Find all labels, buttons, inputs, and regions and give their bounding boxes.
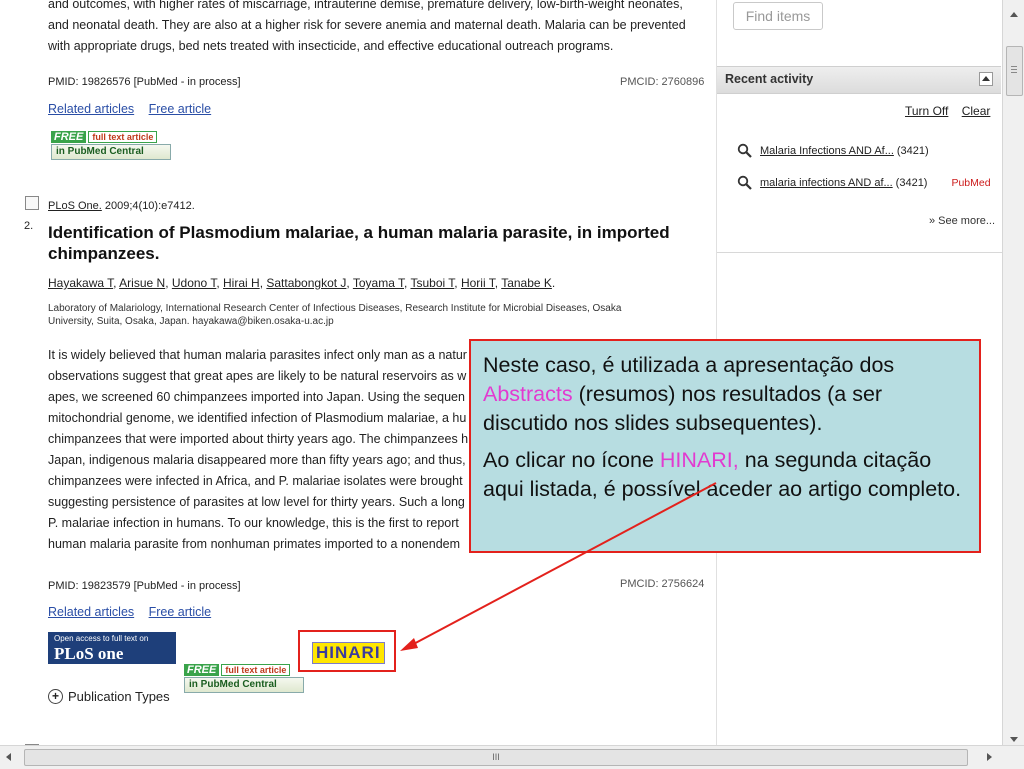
result-2-affiliation: Laboratory of Malariology, International… (48, 302, 621, 328)
scroll-right-icon[interactable] (987, 753, 992, 761)
abstract-line: It is widely believed that human malaria… (48, 348, 467, 362)
free-article-link[interactable]: Free article (149, 605, 212, 619)
horizontal-scroll-thumb[interactable]: III (24, 749, 968, 766)
abstract-line: chimpanzees that were imported about thi… (48, 432, 469, 446)
free-word: FREE (51, 131, 87, 143)
journal-link[interactable]: PLoS One. (48, 200, 102, 212)
author-link[interactable]: Arisue N (119, 276, 165, 290)
result-2-title[interactable]: Identification of Plasmodium malariae, a… (48, 222, 670, 264)
abstract-line: with appropriate drugs, bed nets treated… (48, 39, 614, 53)
scroll-left-icon[interactable] (6, 753, 11, 761)
related-articles-link[interactable]: Related articles (48, 605, 134, 619)
vertical-scrollbar[interactable] (1002, 0, 1024, 745)
affiliation-line: Laboratory of Malariology, International… (48, 303, 622, 314)
clear-link[interactable]: Clear (962, 104, 991, 118)
pmc-free-badge[interactable]: FREE full text article in PubMed Central (49, 131, 171, 161)
callout-text: Neste caso, é utilizada a apresentação d… (483, 353, 895, 377)
affiliation-line: University, Suita, Osaka, Japan. hayakaw… (48, 316, 334, 327)
plos-one-badge[interactable]: Open access to full text on PLoS one (48, 632, 176, 664)
abstract-line: human malaria parasite from nonhuman pri… (48, 537, 461, 551)
pmc-free-badge[interactable]: FREE full text article in PubMed Central (182, 664, 304, 694)
expand-plus-icon: + (48, 689, 63, 704)
publication-types-toggle[interactable]: + Publication Types (48, 689, 170, 704)
find-items-button[interactable]: Find items (733, 2, 823, 30)
abstract-line: suggesting persistence of parasites at l… (48, 495, 465, 509)
result-1-links: Related articles Free article (48, 100, 211, 118)
search-icon (737, 143, 752, 158)
abstract-line: apes, we screened 60 chimpanzees importe… (48, 390, 465, 404)
author-link[interactable]: Sattabongkot J (266, 276, 346, 290)
collapse-up-icon (982, 76, 990, 81)
scroll-down-icon[interactable] (1010, 737, 1018, 742)
author-link[interactable]: Toyama T (353, 276, 404, 290)
callout-paragraph-2: Ao clicar no ícone HINARI, na segunda ci… (483, 446, 969, 504)
result-2-checkbox[interactable] (25, 196, 39, 210)
abstract-line: and outcomes, with higher rates of misca… (48, 0, 683, 11)
result-2-links: Related articles Free article (48, 603, 211, 621)
abstract-line: P. malariae infection in humans. To our … (48, 516, 459, 530)
recent-item-label[interactable]: Malaria Infections AND Af... (760, 145, 894, 157)
see-more-link[interactable]: » See more... (929, 215, 995, 227)
search-icon (737, 175, 752, 190)
result-number: 2. (24, 220, 34, 232)
result-2-abstract: It is widely believed that human malaria… (48, 345, 468, 555)
vertical-scroll-thumb[interactable] (1006, 46, 1023, 96)
abstract-line: chimpanzees were infected in Africa, and… (48, 474, 463, 488)
title-line: chimpanzees. (48, 244, 160, 263)
author-link[interactable]: Tsuboi T (410, 276, 454, 290)
recent-item-label[interactable]: malaria infections AND af... (760, 177, 893, 189)
panel-divider (717, 252, 1002, 253)
abstract-line: observations suggest that great apes are… (48, 369, 467, 383)
publication-types-label: Publication Types (68, 689, 170, 704)
result-2-citation: PLoS One. 2009;4(10):e7412. (48, 200, 195, 212)
author-link[interactable]: Horii T (461, 276, 495, 290)
collapse-button[interactable] (979, 72, 993, 86)
author-link[interactable]: Udono T (172, 276, 216, 290)
author-link[interactable]: Tanabe K (501, 276, 552, 290)
turn-off-link[interactable]: Turn Off (905, 104, 948, 118)
result-2-pmid: PMID: 19823579 [PubMed - in process] (48, 580, 241, 592)
pmc-label: in PubMed Central (51, 144, 171, 160)
author-link[interactable]: Hirai H (223, 276, 260, 290)
author-link[interactable]: Hayakawa T (48, 276, 113, 290)
recent-item[interactable]: Malaria Infections AND Af... (3421) (737, 143, 929, 159)
hinari-link[interactable]: HINARI (312, 642, 385, 664)
free-article-link[interactable]: Free article (149, 102, 212, 116)
pmc-label: in PubMed Central (184, 677, 304, 693)
result-2-pmcid: PMCID: 2756624 (620, 578, 705, 590)
explanation-callout: Neste caso, é utilizada a apresentação d… (469, 339, 981, 553)
recent-activity-header: Recent activity (717, 66, 1001, 94)
title-line: Identification of Plasmodium malariae, a… (48, 223, 670, 242)
recent-item[interactable]: malaria infections AND af... (3421) PubM… (737, 175, 991, 191)
recent-item-count: (3421) (896, 145, 929, 157)
scroll-up-icon[interactable] (1010, 12, 1018, 17)
abstract-line: and neonatal death. They are also at a h… (48, 18, 686, 32)
abstracts-highlight: Abstracts (483, 382, 573, 406)
abstract-line: mitochondrial genome, we identified infe… (48, 411, 467, 425)
abstract-line: Japan, indigenous malaria disappeared mo… (48, 453, 466, 467)
recent-item-source: PubMed (951, 177, 991, 189)
plos-badge-top: Open access to full text on (54, 634, 149, 643)
recent-activity-controls: Turn Off Clear (905, 104, 990, 118)
result-1-pmcid: PMCID: 2760896 (620, 76, 705, 88)
recent-activity-title: Recent activity (725, 72, 814, 86)
result-1-pmid: PMID: 19826576 [PubMed - in process] (48, 76, 241, 88)
callout-text: Ao clicar no ícone (483, 448, 660, 472)
hinari-highlight: HINARI, (659, 448, 739, 472)
result-2-authors: Hayakawa T, Arisue N, Udono T, Hirai H, … (48, 276, 556, 290)
callout-paragraph-1: Neste caso, é utilizada a apresentação d… (483, 351, 969, 438)
related-articles-link[interactable]: Related articles (48, 102, 134, 116)
plos-badge-bottom: PLoS one (54, 644, 124, 663)
free-rest: full text article (221, 664, 291, 676)
result-1-abstract: and outcomes, with higher rates of misca… (48, 0, 686, 57)
free-rest: full text article (88, 131, 158, 143)
citation-text: 2009;4(10):e7412. (101, 200, 195, 212)
recent-item-count: (3421) (895, 177, 928, 189)
scroll-grip: III (492, 752, 500, 762)
horizontal-scrollbar[interactable]: III (0, 745, 1024, 769)
free-word: FREE (184, 664, 220, 676)
